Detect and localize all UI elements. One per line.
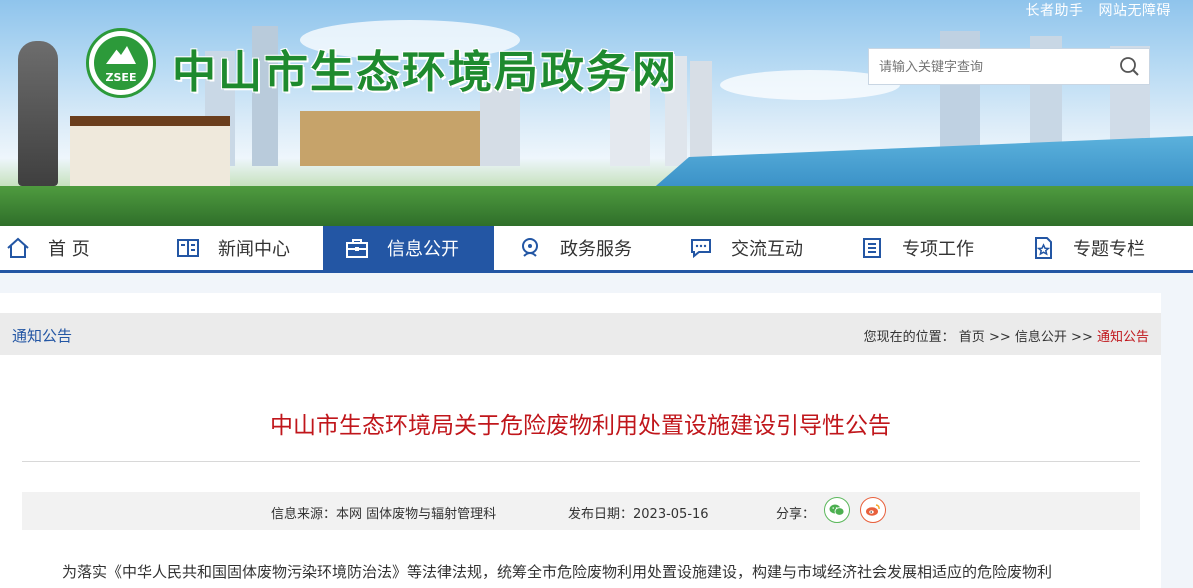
briefcase-icon [346,239,368,258]
breadcrumb-bar: 通知公告 您现在的位置： 首页 >> 信息公开 >> 通知公告 [0,313,1161,355]
newspaper-icon [177,239,199,257]
wechat-icon [829,504,845,516]
header-banner: 长者助手 网站无障碍 ZSEE 中山市生态环境局政务网 [0,0,1193,226]
home-icon [7,237,29,258]
nav-home[interactable]: 首 页 [6,226,146,270]
site-title: 中山市生态环境局政务网 [172,47,678,98]
article-source: 信息来源：本网 固体废物与辐射管理科 [271,507,497,522]
breadcrumb-separator: >> [988,330,1011,345]
site-logo[interactable]: ZSEE [86,28,156,98]
nav-label: 政务服务 [560,239,632,260]
building [300,111,480,166]
nav-interaction[interactable]: 交流互动 [689,226,839,270]
nav-label: 新闻中心 [218,239,290,260]
share-label: 分享： [776,507,816,522]
article-body: 为落实《中华人民共和国固体废物污染环境防治法》等法律法规，统筹全市危险废物利用处… [62,563,1053,581]
nav-label: 信息公开 [387,239,459,260]
article-meta: 信息来源：本网 固体废物与辐射管理科 发布日期：2023-05-16 分享： [22,492,1140,530]
nav-topics[interactable]: 专题专栏 [1031,226,1181,270]
document-icon [863,238,881,258]
nav-label: 专题专栏 [1073,239,1145,260]
greenery [0,186,1193,226]
accessibility-link[interactable]: 网站无障碍 [1099,3,1172,19]
nav-news[interactable]: 新闻中心 [176,226,316,270]
search-input[interactable] [869,49,1111,86]
article-title: 中山市生态环境局关于危险废物利用处置设施建设引导性公告 [270,413,891,439]
nav-label: 交流互动 [731,239,803,260]
nav-special-work[interactable]: 专项工作 [860,226,1010,270]
chat-icon [691,239,711,259]
service-icon [522,238,538,257]
breadcrumb-separator: >> [1071,330,1093,345]
weibo-share-button[interactable] [860,497,886,523]
logo-emblem: ZSEE [94,36,148,90]
breadcrumb-current[interactable]: 通知公告 [1097,330,1149,345]
breadcrumb-info-disclosure[interactable]: 信息公开 [1015,330,1067,345]
search-icon[interactable] [1119,56,1139,76]
building [690,61,712,166]
pavilion [70,116,230,186]
content-panel: 通知公告 您现在的位置： 首页 >> 信息公开 >> 通知公告 中山市生态环境局… [0,293,1161,588]
breadcrumb-prefix: 您现在的位置： [863,330,955,345]
breadcrumb: 您现在的位置： 首页 >> 信息公开 >> 通知公告 [864,326,1149,345]
search-box [868,48,1150,86]
nav-info-disclosure[interactable]: 信息公开 [323,226,494,270]
star-icon [1035,237,1052,259]
nav-gov-services[interactable]: 政务服务 [518,226,668,270]
weibo-icon [866,504,880,516]
nav-label: 首 页 [48,239,90,260]
nav-label: 专项工作 [902,239,974,260]
section-title: 通知公告 [12,327,73,345]
elderly-assistant-link[interactable]: 长者助手 [1026,3,1084,19]
article-date: 发布日期：2023-05-16 [568,507,709,522]
divider [22,461,1140,462]
top-links: 长者助手 网站无障碍 [1016,0,1171,20]
statue [18,41,58,186]
main-nav: 首 页 新闻中心 信息公开 政务服务 交流互动 专项工作 专题专栏 [0,226,1193,273]
breadcrumb-home[interactable]: 首页 [959,330,985,345]
wechat-share-button[interactable] [824,497,850,523]
